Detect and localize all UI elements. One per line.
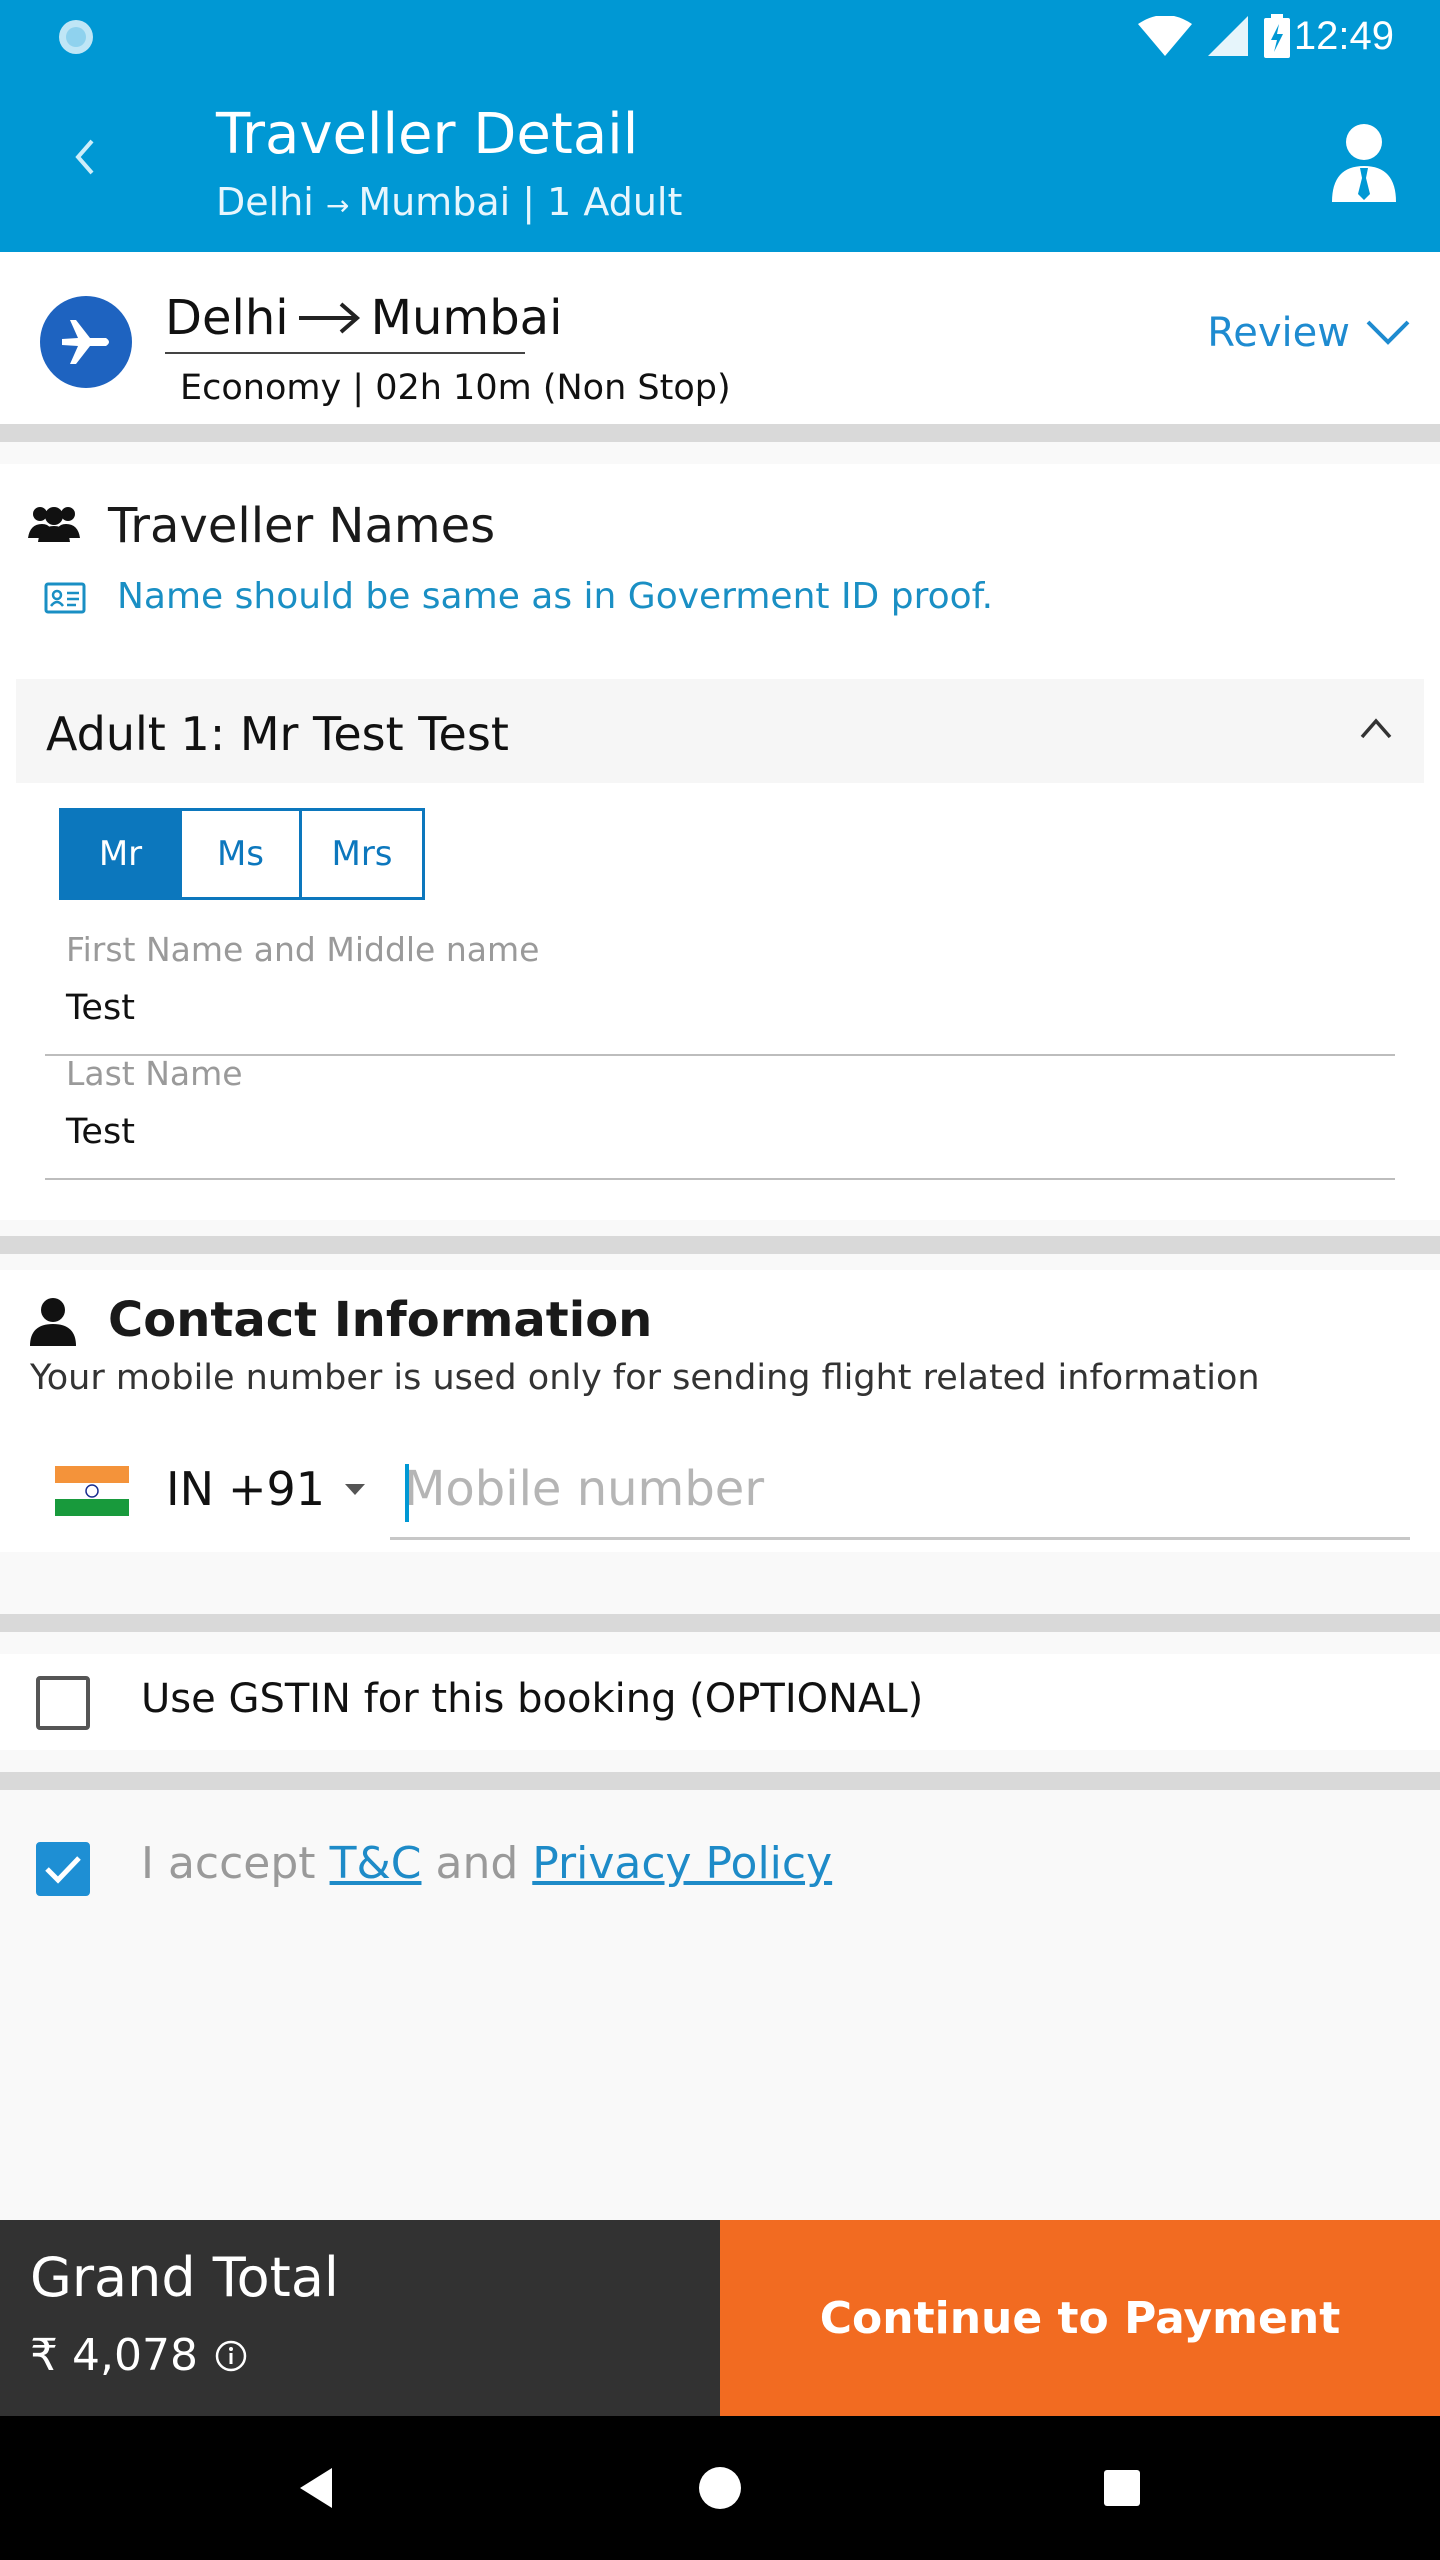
terms-and: and	[435, 1838, 519, 1889]
terms-section: I accept T&C and Privacy Policy	[0, 1790, 1440, 2220]
last-name-value[interactable]: Test	[66, 1112, 135, 1152]
title-selector: Mr Ms Mrs	[59, 808, 425, 900]
section-divider	[0, 1772, 1440, 1790]
section-divider	[0, 1614, 1440, 1632]
grand-total-label: Grand Total	[30, 2246, 339, 2309]
first-name-underline	[45, 1054, 1395, 1056]
route-arrow-icon	[298, 302, 360, 334]
status-time: 12:49	[1293, 14, 1394, 58]
mobile-number-input[interactable]	[390, 1440, 1410, 1540]
privacy-policy-link[interactable]: Privacy Policy	[532, 1838, 832, 1889]
wifi-icon	[1138, 16, 1192, 56]
user-profile-icon[interactable]	[1326, 120, 1402, 202]
page-subtitle: Delhi → Mumbai | 1 Adult	[216, 180, 682, 224]
nav-recents-icon[interactable]	[1096, 2462, 1148, 2514]
contact-information-subtitle: Your mobile number is used only for send…	[30, 1358, 1260, 1398]
contact-information-section: Contact Information Your mobile number i…	[0, 1270, 1440, 1552]
grand-total-panel: Grand Total ₹ 4,078	[0, 2220, 720, 2416]
dropdown-caret-icon	[345, 1483, 366, 1495]
terms-prefix: I accept	[141, 1838, 316, 1889]
country-code: IN	[166, 1462, 214, 1516]
grand-total-value-row: ₹ 4,078	[30, 2330, 248, 2381]
status-icons	[1138, 14, 1290, 58]
info-icon[interactable]	[214, 2339, 248, 2373]
dial-code: +91	[227, 1462, 326, 1516]
subtitle-destination: Mumbai | 1 Adult	[358, 180, 683, 224]
continue-to-payment-button[interactable]: Continue to Payment	[720, 2220, 1440, 2416]
back-arrow-icon[interactable]	[62, 127, 110, 187]
text-cursor	[405, 1464, 409, 1522]
page-title: Traveller Detail	[216, 102, 639, 167]
review-label: Review	[1207, 310, 1350, 356]
section-divider	[0, 1236, 1440, 1254]
system-nav-bar	[0, 2416, 1440, 2560]
title-option-mr[interactable]: Mr	[62, 811, 182, 897]
group-icon	[28, 507, 80, 542]
flight-route: Delhi Mumbai	[165, 290, 562, 346]
signal-icon	[1208, 16, 1248, 56]
nav-back-icon[interactable]	[290, 2462, 342, 2514]
id-card-icon	[44, 582, 86, 614]
route-underline	[165, 352, 525, 354]
tc-link[interactable]: T&C	[330, 1838, 422, 1889]
last-name-label: Last Name	[66, 1054, 243, 1093]
chevron-up-icon	[1360, 718, 1392, 739]
sync-icon	[59, 20, 93, 54]
first-name-value[interactable]: Test	[66, 988, 135, 1028]
id-proof-note: Name should be same as in Goverment ID p…	[117, 576, 994, 617]
review-button[interactable]: Review	[1207, 310, 1412, 356]
flight-summary-card: Delhi Mumbai Economy | 02h 10m (Non Stop…	[0, 252, 1440, 424]
route-destination: Mumbai	[370, 290, 563, 346]
india-flag-icon	[55, 1466, 129, 1516]
arrow-right-icon: →	[325, 189, 359, 222]
title-option-ms[interactable]: Ms	[182, 811, 302, 897]
terms-text: I accept T&C and Privacy Policy	[141, 1838, 832, 1889]
contact-information-title: Contact Information	[108, 1292, 653, 1348]
plane-icon	[40, 296, 132, 388]
traveller-names-title: Traveller Names	[108, 498, 496, 554]
country-code-dropdown[interactable]: IN +91	[166, 1462, 366, 1516]
gstin-section: Use GSTIN for this booking (OPTIONAL)	[0, 1654, 1440, 1750]
app-bar: Traveller Detail Delhi → Mumbai | 1 Adul…	[0, 72, 1440, 252]
title-option-mrs[interactable]: Mrs	[302, 811, 422, 897]
adult-1-label: Adult 1: Mr Test Test	[46, 707, 509, 761]
grand-total-value: ₹ 4,078	[30, 2330, 198, 2381]
gstin-label: Use GSTIN for this booking (OPTIONAL)	[141, 1676, 924, 1722]
subtitle-origin: Delhi	[216, 180, 314, 224]
nav-home-icon[interactable]	[694, 2462, 746, 2514]
person-icon	[30, 1298, 76, 1346]
section-divider	[0, 424, 1440, 442]
status-bar: 12:49	[0, 0, 1440, 72]
checkmark-icon	[45, 1856, 81, 1884]
battery-icon	[1264, 14, 1290, 58]
bottom-bar: Grand Total ₹ 4,078 Continue to Payment	[0, 2220, 1440, 2416]
first-name-label: First Name and Middle name	[66, 930, 540, 969]
chevron-down-icon	[1366, 320, 1410, 345]
traveller-names-section: Traveller Names Name should be same as i…	[0, 464, 1440, 1220]
route-origin: Delhi	[165, 290, 289, 346]
terms-checkbox[interactable]	[36, 1842, 90, 1896]
last-name-underline	[45, 1178, 1395, 1180]
adult-1-accordion-header[interactable]: Adult 1: Mr Test Test	[16, 679, 1424, 783]
gstin-checkbox[interactable]	[36, 1676, 90, 1730]
flight-meta: Economy | 02h 10m (Non Stop)	[180, 368, 731, 408]
